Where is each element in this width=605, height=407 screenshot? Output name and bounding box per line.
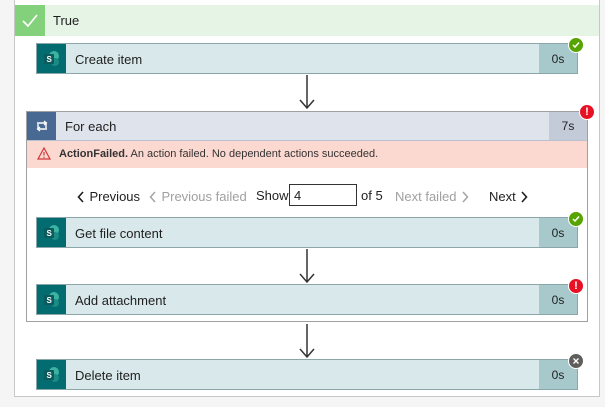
action-create-item[interactable]: S Create item 0s [36,43,578,74]
checkmark-icon [15,5,45,36]
previous-failed-label: Previous failed [161,189,247,204]
page-total-label: of 5 [361,188,383,203]
show-label: Show [256,188,289,203]
warning-icon [36,146,52,163]
success-check-icon [568,37,584,53]
error-message: ActionFailed. An action failed. No depen… [59,148,378,160]
next-label: Next [489,189,516,204]
svg-text:S: S [46,371,52,380]
error-status-icon: ! [579,104,595,120]
error-status-icon: ! [568,278,584,294]
skipped-status-icon [568,353,584,369]
svg-text:S: S [46,55,52,64]
svg-text:S: S [46,229,52,238]
action-label: Delete item [75,368,141,383]
error-banner: ActionFailed. An action failed. No depen… [27,141,587,168]
action-get-file-content[interactable]: S Get file content 0s [36,217,578,248]
flow-arrow-icon [299,75,315,110]
next-button[interactable]: Next [489,188,528,206]
chevron-right-icon [462,191,469,203]
foreach-label: For each [65,119,117,134]
loop-icon [27,112,56,140]
previous-failed-button[interactable]: Previous failed [149,188,247,206]
sharepoint-icon: S [37,285,66,314]
flow-arrow-icon [299,324,315,359]
chevron-left-icon [77,191,84,203]
true-branch-header[interactable]: True [14,5,600,36]
error-title: ActionFailed. [59,148,129,160]
success-check-icon [568,211,584,227]
previous-button[interactable]: Previous [77,188,140,206]
branch-label: True [53,13,80,28]
next-failed-label: Next failed [395,189,457,204]
action-label: Get file content [75,226,163,241]
action-delete-item[interactable]: S Delete item 0s [36,359,578,390]
error-text: An action failed. No dependent actions s… [130,148,379,160]
flow-arrow-icon [299,249,315,284]
next-failed-button[interactable]: Next failed [395,188,469,206]
action-add-attachment[interactable]: S Add attachment 0s [36,284,578,315]
sharepoint-icon: S [37,44,66,73]
previous-label: Previous [89,189,141,204]
sharepoint-icon: S [37,218,66,247]
action-label: Create item [75,52,143,67]
action-label: Add attachment [75,293,167,308]
page-number-input[interactable] [289,184,357,206]
sharepoint-icon: S [37,360,66,389]
chevron-right-icon [521,191,528,203]
foreach-header[interactable]: For each 7s [27,112,587,141]
svg-text:S: S [46,296,52,305]
chevron-left-icon [149,191,156,203]
